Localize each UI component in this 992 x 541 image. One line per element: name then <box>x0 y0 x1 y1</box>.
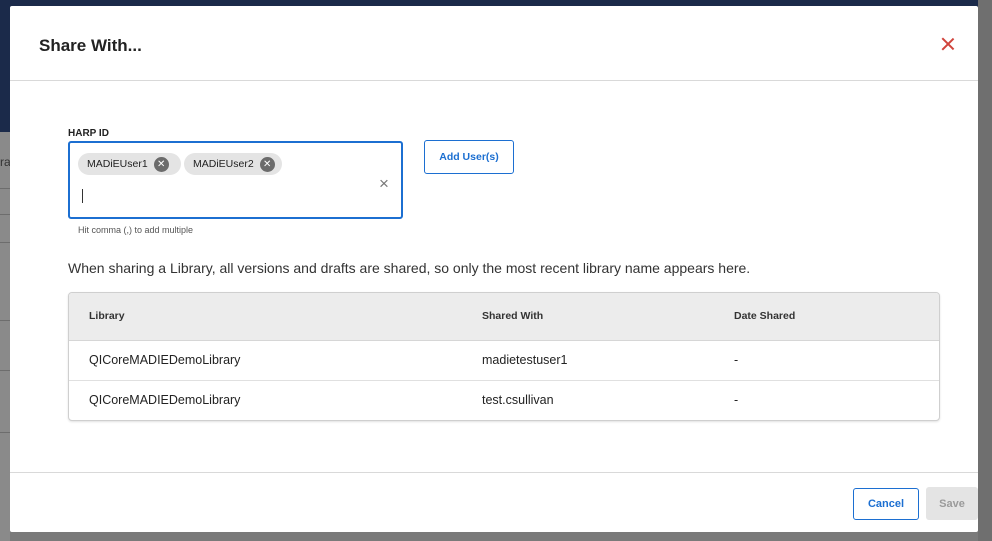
harp-id-input[interactable]: MADiEUser1 ✕ MADiEUser2 ✕ × <box>68 141 403 219</box>
background-list <box>0 132 10 541</box>
chip-label: MADiEUser1 <box>87 158 148 170</box>
add-users-button[interactable]: Add User(s) <box>424 140 514 174</box>
column-header-date-shared: Date Shared <box>734 310 796 322</box>
cancel-circle-icon[interactable]: ✕ <box>259 156 275 172</box>
clear-icon[interactable]: × <box>379 174 389 194</box>
cancel-button[interactable]: Cancel <box>853 488 919 520</box>
user-chip[interactable]: MADiEUser1 ✕ <box>78 153 181 175</box>
save-button[interactable]: Save <box>926 487 978 520</box>
harp-id-label: HARP ID <box>68 128 109 139</box>
chip-label: MADiEUser2 <box>193 158 254 170</box>
cell-library: QICoreMADIEDemoLibrary <box>89 393 241 407</box>
share-dialog: Share With... HARP ID MADiEUser1 ✕ MADiE… <box>10 6 978 532</box>
table-row: QICoreMADIEDemoLibrary madietestuser1 - <box>69 341 939 381</box>
text-cursor <box>82 189 83 203</box>
dialog-header: Share With... <box>10 6 978 81</box>
user-chip[interactable]: MADiEUser2 ✕ <box>184 153 282 175</box>
table-header: Library Shared With Date Shared <box>69 293 939 341</box>
cell-date-shared: - <box>734 393 739 407</box>
sharing-info-text: When sharing a Library, all versions and… <box>68 260 751 276</box>
table-row: QICoreMADIEDemoLibrary test.csullivan - <box>69 381 939 420</box>
column-header-library: Library <box>89 310 125 322</box>
cell-shared-with: test.csullivan <box>482 393 554 407</box>
background-text: ra <box>0 155 10 169</box>
harp-id-hint: Hit comma (,) to add multiple <box>78 225 194 235</box>
shared-with-table: Library Shared With Date Shared QICoreMA… <box>68 292 940 421</box>
cell-date-shared: - <box>734 353 739 367</box>
background-scrollbar <box>978 0 992 541</box>
cell-shared-with: madietestuser1 <box>482 353 568 367</box>
cancel-circle-icon[interactable]: ✕ <box>153 156 169 172</box>
dialog-footer: Cancel Save <box>10 472 978 532</box>
dialog-title: Share With... <box>39 36 142 55</box>
cell-library: QICoreMADIEDemoLibrary <box>89 353 241 367</box>
close-icon[interactable] <box>940 36 956 52</box>
column-header-shared-with: Shared With <box>482 310 544 322</box>
